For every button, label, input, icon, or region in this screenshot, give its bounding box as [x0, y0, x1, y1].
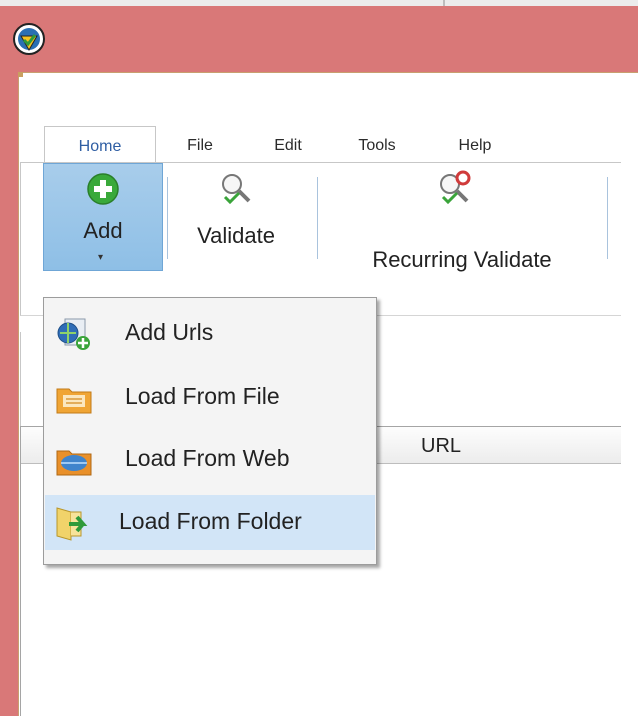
menu-item-load-from-folder-label: Load From Folder [119, 508, 302, 534]
tab-file-label: File [187, 137, 213, 154]
app-shield-icon[interactable] [12, 22, 46, 56]
recurring-validate-button[interactable]: Recurring Validate [317, 163, 607, 272]
folder-arrow-icon [55, 504, 93, 542]
tab-home-label: Home [78, 138, 122, 155]
ribbon-separator [607, 177, 608, 259]
add-dropdown-menu: Add Urls Load From File Load From Web Lo… [43, 297, 377, 565]
menu-item-load-from-web-label: Load From Web [125, 445, 290, 471]
file-folder-icon [55, 379, 93, 417]
magnifier-recurring-icon [437, 169, 473, 210]
green-plus-circle-icon [86, 172, 120, 211]
tab-edit[interactable]: Edit [258, 126, 318, 162]
ribbon-tab-bar: Home File Edit Tools Help [20, 126, 620, 163]
ribbon-panel: Add ▾ Validate Recurring Validate [20, 162, 621, 316]
recurring-validate-button-label: Recurring Validate [372, 247, 552, 272]
menu-item-load-from-web[interactable]: Load From Web [45, 432, 375, 487]
menu-item-add-urls[interactable]: Add Urls [45, 306, 375, 361]
menu-item-add-urls-label: Add Urls [125, 319, 214, 345]
url-column-header[interactable]: URL [421, 435, 461, 458]
window-corner [18, 72, 23, 77]
chevron-down-icon: ▾ [98, 252, 104, 263]
tab-edit-label: Edit [274, 137, 302, 154]
tab-tools-label: Tools [358, 137, 396, 154]
tab-file[interactable]: File [170, 126, 230, 162]
tab-tools[interactable]: Tools [342, 126, 412, 162]
tab-home[interactable]: Home [44, 126, 156, 163]
tab-help[interactable]: Help [440, 126, 510, 162]
title-bar [0, 0, 638, 72]
title-bar-divider [443, 0, 445, 6]
validate-button-label: Validate [197, 223, 275, 248]
add-button-label: Add [83, 218, 123, 243]
magnifier-check-icon [219, 171, 253, 210]
menu-item-load-from-file[interactable]: Load From File [45, 370, 375, 425]
web-folder-icon [55, 441, 93, 479]
tab-help-label: Help [458, 137, 492, 154]
validate-button[interactable]: Validate [171, 163, 301, 269]
ribbon-separator [167, 177, 168, 259]
menu-item-load-from-file-label: Load From File [125, 383, 280, 409]
menu-item-load-from-folder[interactable]: Load From Folder [45, 495, 375, 550]
title-bar-top-edge [0, 0, 638, 6]
add-button[interactable]: Add ▾ [43, 163, 163, 271]
globe-add-icon [55, 315, 93, 353]
